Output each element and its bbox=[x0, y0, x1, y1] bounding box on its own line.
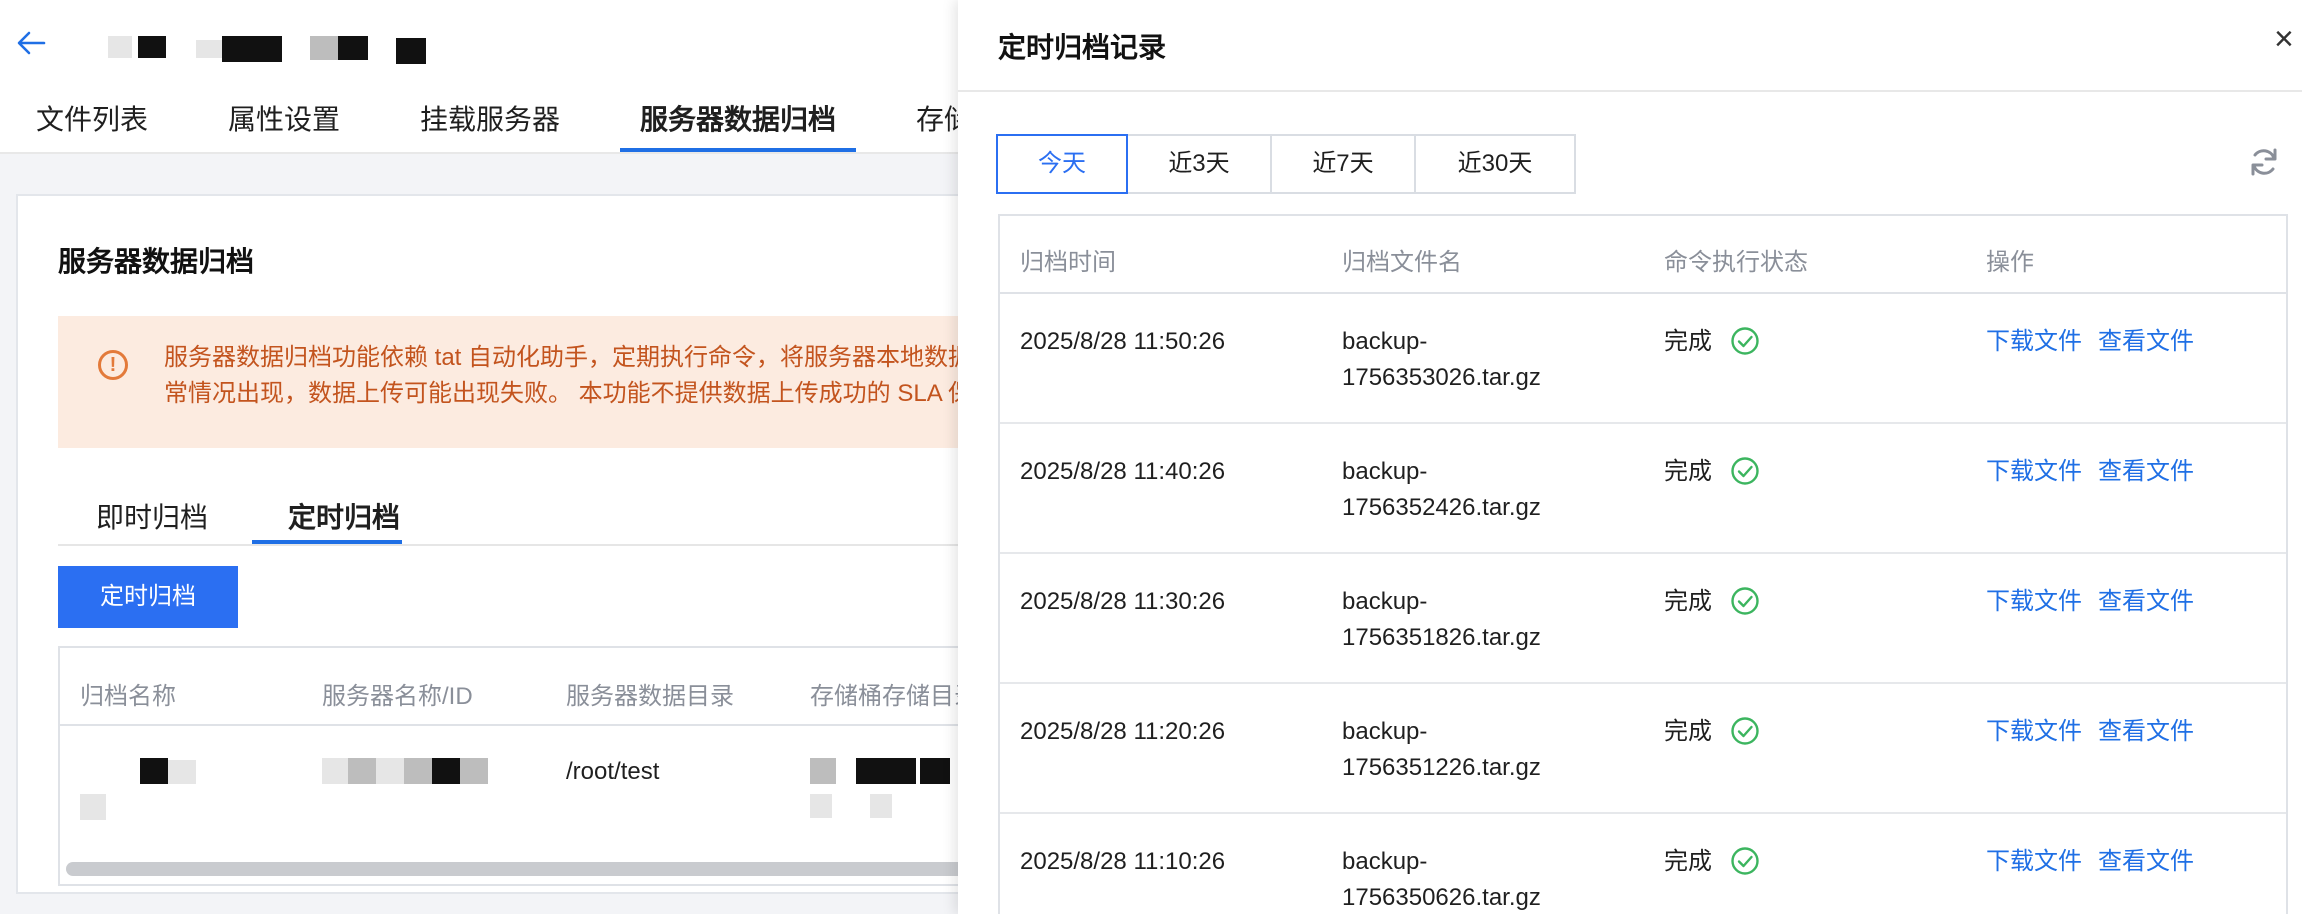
range-3-days-button[interactable]: 近3天 bbox=[1126, 134, 1272, 194]
alert-text: 服务器数据归档功能依赖 tat 自动化助手，定期执行命令，将服务器本地数据 常情… bbox=[164, 340, 972, 412]
tab-attribute-settings[interactable]: 属性设置 bbox=[228, 98, 340, 138]
archive-time: 2025/8/28 11:20:26 bbox=[1020, 718, 1226, 745]
file-name-line-2: 1756353026.tar.gz bbox=[1342, 364, 1541, 391]
data-dir-value: /root/test bbox=[566, 758, 660, 785]
table-row: 2025/8/28 11:10:26 backup- 1756350626.ta… bbox=[1000, 814, 2286, 914]
scheduled-archive-records-drawer: 定时归档记录 × 今天 近3天 近7天 近30天 归档时间 归档文件名 命令执行… bbox=[958, 0, 2302, 914]
status-text: 完成 bbox=[1664, 848, 1712, 875]
file-name-line-1: backup- bbox=[1342, 588, 1428, 615]
refresh-icon[interactable] bbox=[2248, 146, 2280, 178]
table-row: 2025/8/28 11:20:26 backup- 1756351226.ta… bbox=[1000, 684, 2286, 814]
range-7-days-button[interactable]: 近7天 bbox=[1270, 134, 1416, 194]
status-text: 完成 bbox=[1664, 718, 1712, 745]
drawer-title: 定时归档记录 bbox=[998, 32, 1167, 63]
archive-file-name: backup- 1756352426.tar.gz bbox=[1342, 454, 1541, 526]
archive-time: 2025/8/28 11:30:26 bbox=[1020, 588, 1226, 615]
download-file-link[interactable]: 下载文件 bbox=[1986, 324, 2082, 360]
back-arrow-icon[interactable] bbox=[16, 30, 46, 56]
check-circle-icon bbox=[1731, 847, 1759, 875]
table-row: 2025/8/28 11:50:26 backup- 1756353026.ta… bbox=[1000, 294, 2286, 424]
view-file-link[interactable]: 查看文件 bbox=[2098, 324, 2194, 360]
tab-mount-server[interactable]: 挂载服务器 bbox=[420, 98, 560, 138]
archive-records-table: 归档时间 归档文件名 命令执行状态 操作 2025/8/28 11:50:26 … bbox=[998, 214, 2288, 914]
range-today-button[interactable]: 今天 bbox=[996, 134, 1128, 194]
status-text: 完成 bbox=[1664, 588, 1712, 615]
subtab-instant-archive[interactable]: 即时归档 bbox=[96, 496, 208, 536]
archive-file-name: backup- 1756351226.tar.gz bbox=[1342, 714, 1541, 786]
warning-icon: ! bbox=[98, 350, 128, 380]
download-file-link[interactable]: 下载文件 bbox=[1986, 844, 2082, 880]
range-30-days-button[interactable]: 近30天 bbox=[1414, 134, 1576, 194]
check-circle-icon bbox=[1731, 457, 1759, 485]
card-title: 服务器数据归档 bbox=[58, 246, 255, 277]
close-icon[interactable]: × bbox=[2274, 22, 2302, 56]
archive-time: 2025/8/28 11:10:26 bbox=[1020, 848, 1226, 875]
download-file-link[interactable]: 下载文件 bbox=[1986, 714, 2082, 750]
column-header-server[interactable]: 服务器名称/ID bbox=[322, 676, 473, 711]
alert-line-1: 服务器数据归档功能依赖 tat 自动化助手，定期执行命令，将服务器本地数据 bbox=[164, 344, 973, 371]
tab-file-list[interactable]: 文件列表 bbox=[36, 98, 148, 138]
table-row: 2025/8/28 11:30:26 backup- 1756351826.ta… bbox=[1000, 554, 2286, 684]
tab-server-data-archive[interactable]: 服务器数据归档 bbox=[640, 98, 836, 138]
column-header-archive-time[interactable]: 归档时间 bbox=[1020, 242, 1116, 277]
file-name-line-1: backup- bbox=[1342, 328, 1428, 355]
archive-time: 2025/8/28 11:50:26 bbox=[1020, 328, 1226, 355]
view-file-link[interactable]: 查看文件 bbox=[2098, 844, 2194, 880]
view-file-link[interactable]: 查看文件 bbox=[2098, 454, 2194, 490]
view-file-link[interactable]: 查看文件 bbox=[2098, 714, 2194, 750]
file-name-line-1: backup- bbox=[1342, 458, 1428, 485]
archive-time: 2025/8/28 11:40:26 bbox=[1020, 458, 1226, 485]
column-header-bucket-dir[interactable]: 存储桶存储目录 bbox=[810, 676, 978, 711]
file-name-line-2: 1756351826.tar.gz bbox=[1342, 624, 1541, 651]
archive-file-name: backup- 1756351826.tar.gz bbox=[1342, 584, 1541, 656]
check-circle-icon bbox=[1731, 717, 1759, 745]
archive-file-name: backup- 1756353026.tar.gz bbox=[1342, 324, 1541, 396]
column-header-data-dir[interactable]: 服务器数据目录 bbox=[566, 676, 734, 711]
table-row: 2025/8/28 11:40:26 backup- 1756352426.ta… bbox=[1000, 424, 2286, 554]
time-range-selector: 今天 近3天 近7天 近30天 bbox=[996, 134, 1576, 194]
status-text: 完成 bbox=[1664, 458, 1712, 485]
status-text: 完成 bbox=[1664, 328, 1712, 355]
file-name-line-1: backup- bbox=[1342, 848, 1428, 875]
file-name-line-2: 1756352426.tar.gz bbox=[1342, 494, 1541, 521]
file-name-line-2: 1756351226.tar.gz bbox=[1342, 754, 1541, 781]
subtab-scheduled-archive[interactable]: 定时归档 bbox=[288, 496, 400, 536]
check-circle-icon bbox=[1731, 327, 1759, 355]
download-file-link[interactable]: 下载文件 bbox=[1986, 454, 2082, 490]
column-header-actions[interactable]: 操作 bbox=[1986, 242, 2034, 277]
column-header-archive-name[interactable]: 归档名称 bbox=[80, 676, 176, 711]
alert-line-2: 常情况出现，数据上传可能出现失败。 本功能不提供数据上传成功的 SLA 保 bbox=[164, 380, 973, 407]
column-header-command-status[interactable]: 命令执行状态 bbox=[1664, 242, 1808, 277]
archive-file-name: backup- 1756350626.tar.gz bbox=[1342, 844, 1541, 914]
column-header-archive-file[interactable]: 归档文件名 bbox=[1342, 242, 1462, 277]
view-file-link[interactable]: 查看文件 bbox=[2098, 584, 2194, 620]
scheduled-archive-button[interactable]: 定时归档 bbox=[58, 566, 238, 628]
check-circle-icon bbox=[1731, 587, 1759, 615]
download-file-link[interactable]: 下载文件 bbox=[1986, 584, 2082, 620]
file-name-line-2: 1756350626.tar.gz bbox=[1342, 884, 1541, 911]
drawer-header: 定时归档记录 × bbox=[958, 0, 2302, 92]
file-name-line-1: backup- bbox=[1342, 718, 1428, 745]
